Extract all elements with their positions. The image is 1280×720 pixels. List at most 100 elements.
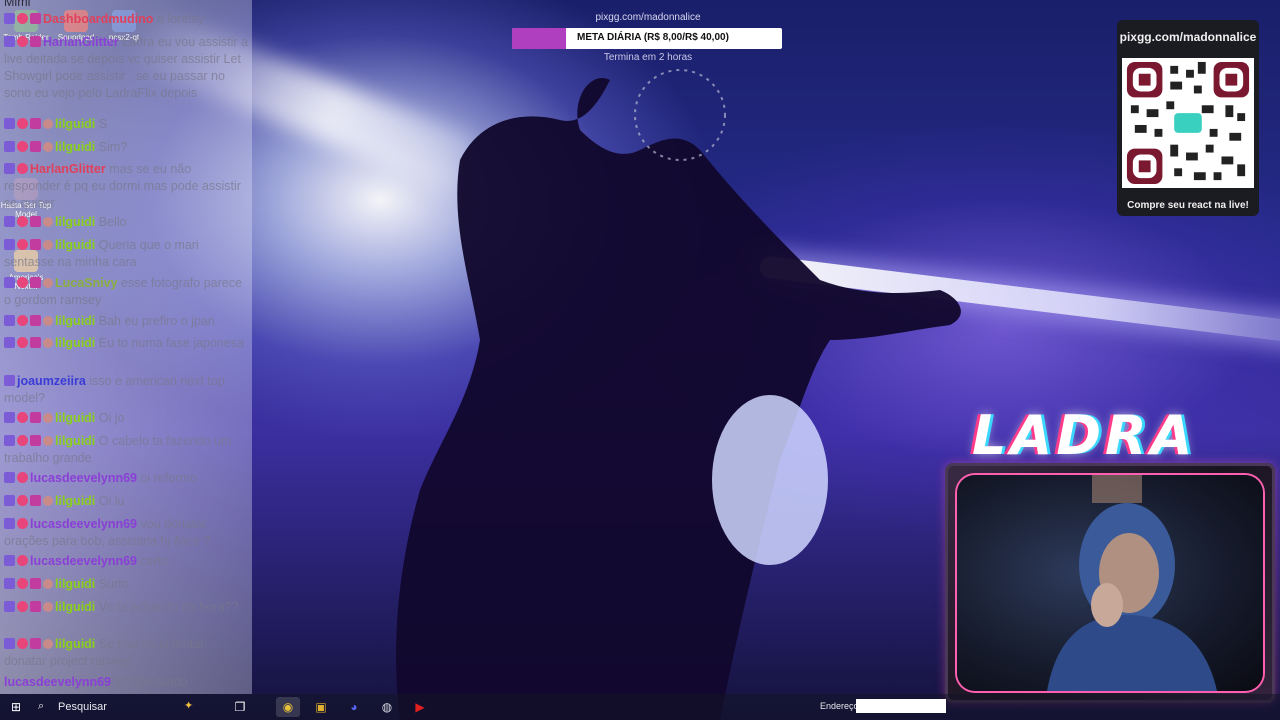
obs-icon[interactable]: ◍ [375, 697, 399, 717]
vip-badge-icon [30, 412, 41, 423]
chat-text: to mandando [114, 675, 188, 689]
emote-badge-icon [43, 119, 53, 129]
chat-username[interactable]: lucasdeevelynn69 [4, 675, 111, 689]
heart-badge-icon [17, 216, 28, 227]
chat-username[interactable]: lucasdeevelynn69 [30, 517, 137, 531]
emote-badge-icon [43, 639, 53, 649]
chat-text: Eu to numa fase japonesa [98, 336, 245, 350]
vip-badge-icon [30, 495, 41, 506]
chat-username[interactable]: joaumzeiira [17, 374, 86, 388]
vip-badge-icon [30, 638, 41, 649]
sub-badge-icon [4, 239, 15, 250]
task-view-button[interactable]: ❐ [228, 697, 252, 717]
chat-message: HarlanGlitter Ladra eu vou assistir a li… [4, 34, 248, 102]
chat-overlay: Mimi Dashboardmudino a lorelay HarlanGlitt… [0, 0, 252, 694]
chat-username[interactable]: lilguidi [55, 637, 95, 651]
chat-message: lilguidi Bello [4, 214, 248, 231]
chat-username[interactable]: lilguidi [55, 577, 95, 591]
vip-badge-icon [30, 315, 41, 326]
emote-badge-icon [43, 413, 53, 423]
heart-badge-icon [17, 412, 28, 423]
search-placeholder: Pesquisar [58, 701, 107, 713]
vip-badge-icon [30, 216, 41, 227]
chat-username[interactable]: lilguidi [55, 215, 95, 229]
heart-badge-icon [17, 36, 28, 47]
chat-message: lilguidi Eu to numa fase japonesa [4, 335, 248, 352]
address-input[interactable] [856, 699, 946, 713]
vip-badge-icon [30, 337, 41, 348]
vip-badge-icon [30, 141, 41, 152]
sub-badge-icon [4, 638, 15, 649]
chat-username[interactable]: lucasdeevelynn69 [30, 471, 137, 485]
chat-message: lucasdeevelynn69 certo [4, 553, 248, 570]
chat-username[interactable]: HarlanGlitter [30, 162, 106, 176]
chat-username[interactable]: lilguidi [55, 117, 95, 131]
chat-username[interactable]: lilguidi [55, 314, 95, 328]
chat-message: lilguidi Se nao eu ia tentar donatar pro… [4, 636, 248, 670]
qr-panel: pixgg.com/madonnalice Compre seu react n… [1117, 20, 1259, 216]
chat-message: lilguidi Oi lu [4, 493, 248, 510]
discord-icon[interactable]: ◕ [342, 697, 366, 717]
chat-username[interactable]: Dashboardmudino [43, 12, 153, 26]
heart-badge-icon [17, 518, 28, 529]
taskbar-search[interactable]: ⌕ Pesquisar ✦ [32, 696, 212, 718]
chat-username[interactable]: lilguidi [55, 600, 95, 614]
chat-username[interactable]: lilguidi [55, 336, 95, 350]
heart-badge-icon [17, 578, 28, 589]
sub-badge-icon [4, 277, 15, 288]
youtube-icon[interactable]: ▶ [408, 697, 432, 717]
chrome-icon[interactable]: ◉ [276, 697, 300, 717]
qr-caption: Compre seu react na live! [1127, 200, 1249, 211]
emote-badge-icon [43, 217, 53, 227]
emote-badge-icon [43, 316, 53, 326]
chat-message: lilguidi Vc ta achando da hora?? [4, 599, 248, 616]
chat-message: joaumzeiira isso e american next top mod… [4, 373, 248, 407]
chat-text: certo [140, 554, 169, 568]
chat-message: lilguidi S [4, 116, 248, 133]
emote-badge-icon [43, 436, 53, 446]
chat-username[interactable]: lilguidi [55, 434, 95, 448]
sub-badge-icon [4, 315, 15, 326]
heart-badge-icon [17, 277, 28, 288]
file-explorer-icon[interactable]: ▣ [309, 697, 333, 717]
chat-username[interactable]: LucaSnivy [55, 276, 118, 290]
sub-badge-icon [4, 216, 15, 227]
chat-message: LucaSnivy esse fotografo parece o gordom… [4, 275, 248, 309]
vip-badge-icon [30, 36, 41, 47]
chat-message: HarlanGlitter mas se eu não responder é … [4, 161, 248, 212]
emote-badge-icon [43, 496, 53, 506]
chat-username[interactable]: lilguidi [55, 494, 95, 508]
chat-username[interactable]: HarlanGlitter [43, 35, 119, 49]
chat-text: Oi lu [98, 494, 125, 508]
start-button[interactable]: ⊞ [4, 697, 28, 717]
goal-progress-bar: META DIÁRIA (R$ 8,00/R$ 40,00) [512, 28, 782, 49]
chat-username[interactable]: lilguidi [55, 140, 95, 154]
chat-username[interactable]: lilguidi [55, 238, 95, 252]
chat-message: lilguidi Oi jo [4, 410, 248, 427]
qr-code-icon [1122, 58, 1254, 188]
chat-message: lucasdeevelynn69 to mandando [4, 674, 248, 691]
emote-badge-icon [43, 602, 53, 612]
chat-username[interactable]: lilguidi [55, 411, 95, 425]
chat-username[interactable]: lucasdeevelynn69 [30, 554, 137, 568]
heart-badge-icon [17, 601, 28, 612]
vip-badge-icon [30, 578, 41, 589]
emote-badge-icon [43, 278, 53, 288]
chat-message: lilguidi Sim? [4, 139, 248, 156]
vip-badge-icon [30, 601, 41, 612]
chat-text: Oi jo [98, 411, 125, 425]
chat-message: lucasdeevelynn69 oi reformo [4, 470, 248, 487]
heart-badge-icon [17, 315, 28, 326]
vip-badge-icon [30, 239, 41, 250]
qr-url: pixgg.com/madonnalice [1119, 30, 1257, 44]
sub-badge-icon [4, 601, 15, 612]
sub-badge-icon [4, 163, 15, 174]
webcam-feed [957, 475, 1263, 691]
webcam-frame [945, 463, 1275, 703]
sub-badge-icon [4, 495, 15, 506]
heart-badge-icon [17, 337, 28, 348]
goal-label: META DIÁRIA (R$ 8,00/R$ 40,00) [577, 32, 729, 43]
chat-message: Mimi [4, 0, 248, 11]
heart-badge-icon [17, 495, 28, 506]
chat-text: Bello [98, 215, 127, 229]
